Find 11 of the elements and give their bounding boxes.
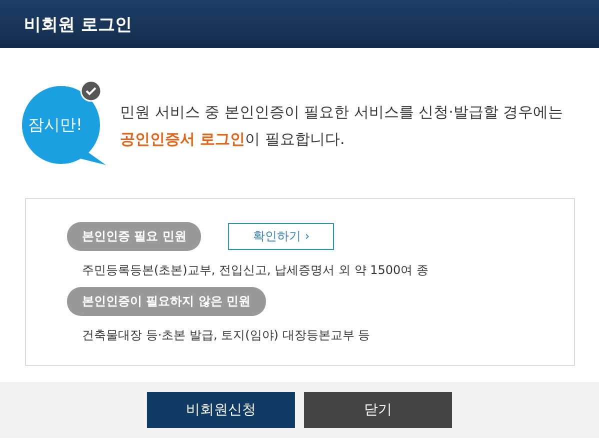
confirm-button[interactable]: 확인하기 › [228, 223, 334, 250]
apply-button[interactable]: 비회원신청 [147, 392, 295, 428]
description-text: 주민등록등본(초본)교부, 전입신고, 납세증명서 외 약 1500여 종 [82, 262, 430, 279]
description-text: 건축물대장 등·초본 발급, 토지(임야) 대장등본교부 등 [82, 327, 372, 344]
check-icon [80, 80, 102, 102]
close-button[interactable]: 닫기 [304, 392, 452, 428]
category-label: 본인인증이 필요하지 않은 민원 [67, 287, 266, 316]
category-label: 본인인증 필요 민원 [67, 222, 202, 251]
badge-text: 잠시만! [28, 115, 82, 136]
notice-message: 민원 서비스 중 본인인증이 필요한 서비스를 신청·발급할 경우에는 공인인증서 로그인이 필요합니다. [120, 102, 564, 150]
window-title: 비회원 로그인 [24, 14, 132, 36]
